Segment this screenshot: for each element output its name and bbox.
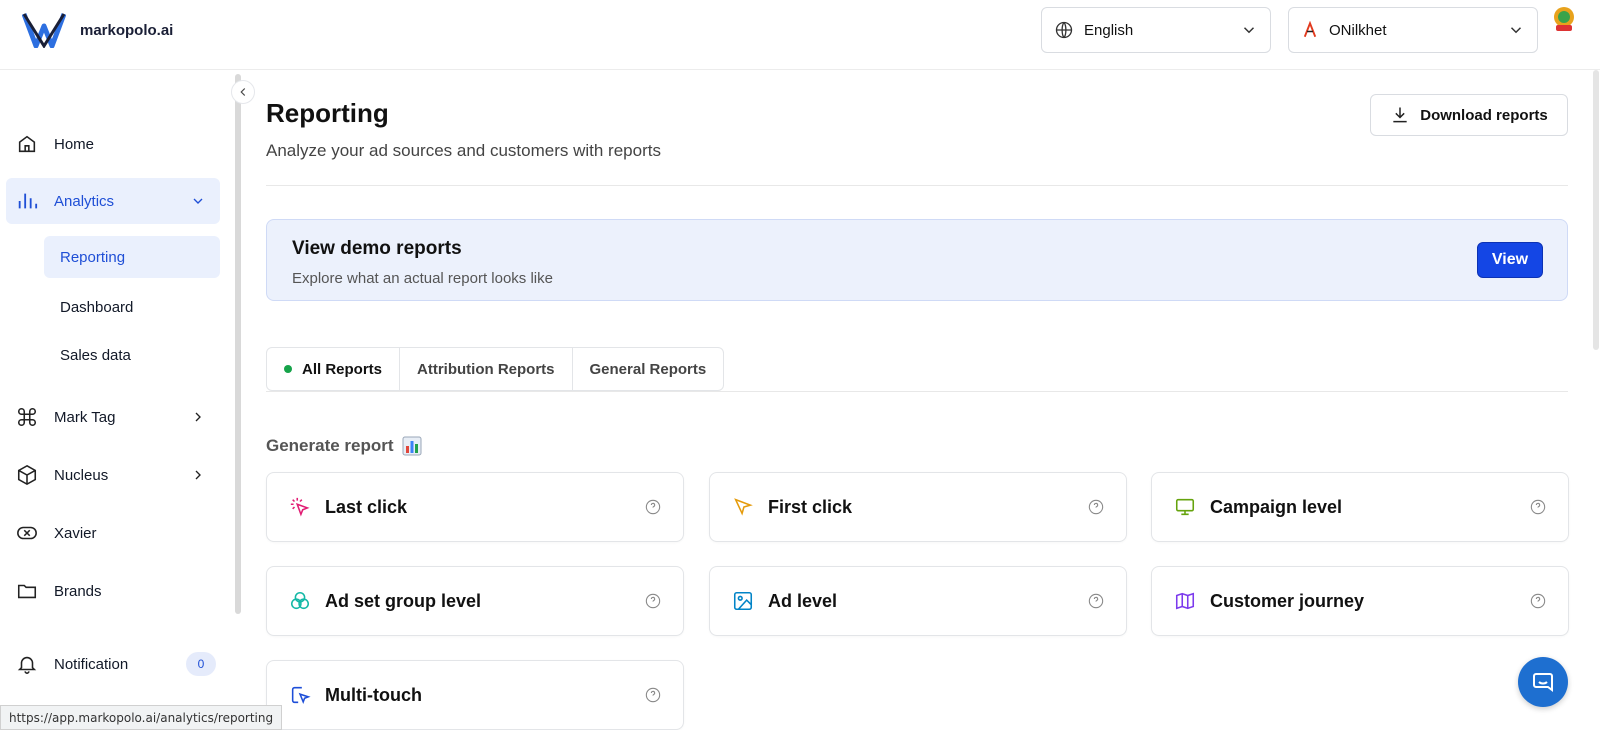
tab-label: General Reports bbox=[589, 360, 707, 378]
chevron-right-icon bbox=[195, 412, 201, 422]
monitor-icon bbox=[1175, 498, 1195, 516]
language-select[interactable]: English bbox=[1041, 7, 1271, 53]
report-title: Last click bbox=[325, 496, 408, 517]
sidebar-subitem-sales-data[interactable]: Sales data bbox=[44, 334, 220, 376]
sidebar-item-nucleus[interactable]: Nucleus bbox=[6, 452, 220, 498]
download-reports-button[interactable]: Download reports bbox=[1370, 94, 1568, 136]
generate-report-label: Generate report bbox=[266, 436, 394, 455]
demo-subtitle: Explore what an actual report looks like bbox=[292, 270, 553, 287]
sidebar-item-home[interactable]: Home bbox=[6, 121, 220, 167]
help-icon[interactable] bbox=[1088, 593, 1104, 609]
collapse-sidebar-button[interactable] bbox=[231, 80, 255, 104]
report-card-ad-set-group-level[interactable]: Ad set group level bbox=[266, 566, 684, 636]
tab-attribution-reports[interactable]: Attribution Reports bbox=[400, 348, 573, 390]
account-logo-icon bbox=[1303, 21, 1317, 38]
bell-icon bbox=[17, 656, 37, 674]
report-title: Multi-touch bbox=[325, 684, 422, 705]
page-subtitle: Analyze your ad sources and customers wi… bbox=[266, 141, 661, 160]
sidebar-item-label: Analytics bbox=[54, 192, 115, 210]
home-icon bbox=[18, 135, 36, 153]
chat-icon bbox=[1533, 673, 1553, 692]
sidebar-item-label: Nucleus bbox=[54, 466, 109, 484]
header-divider bbox=[266, 185, 1568, 186]
chevron-down-icon bbox=[1243, 27, 1255, 34]
report-card-campaign-level[interactable]: Campaign level bbox=[1151, 472, 1569, 542]
touch-icon bbox=[291, 686, 311, 705]
tab-label: Attribution Reports bbox=[417, 360, 555, 378]
account-value: ONilkhet bbox=[1329, 21, 1387, 39]
download-icon bbox=[1393, 107, 1407, 123]
sidebar-item-analytics[interactable]: Analytics bbox=[6, 178, 220, 224]
logo[interactable]: markopolo.ai bbox=[22, 12, 173, 48]
sidebar-item-brands[interactable]: Brands bbox=[6, 568, 220, 614]
sidebar-item-label: Notification bbox=[54, 655, 129, 673]
cursor-click-icon bbox=[290, 497, 310, 517]
command-icon bbox=[18, 408, 36, 426]
language-value: English bbox=[1084, 21, 1134, 39]
sidebar-item-label: Brands bbox=[54, 582, 102, 600]
extension-icon[interactable] bbox=[1551, 5, 1577, 33]
sidebar-scrollbar[interactable] bbox=[235, 74, 241, 614]
chat-support-button[interactable] bbox=[1518, 657, 1568, 707]
download-reports-label: Download reports bbox=[1420, 106, 1548, 124]
pointer-icon bbox=[734, 498, 753, 516]
report-title: Ad set group level bbox=[325, 590, 482, 611]
help-icon[interactable] bbox=[1530, 593, 1546, 609]
report-title: First click bbox=[768, 496, 853, 517]
account-select[interactable]: ONilkhet bbox=[1288, 7, 1538, 53]
bar-chart-icon bbox=[18, 193, 38, 209]
help-icon[interactable] bbox=[1530, 499, 1546, 515]
brand-name: markopolo.ai bbox=[80, 21, 174, 39]
bar-chart-emoji-icon bbox=[402, 436, 422, 456]
chevron-down-icon bbox=[193, 198, 203, 204]
chevron-right-icon bbox=[195, 470, 201, 480]
chevron-down-icon bbox=[1510, 27, 1522, 34]
tabs-divider bbox=[266, 391, 1568, 392]
sidebar-item-label: Mark Tag bbox=[54, 408, 116, 426]
report-tabs: All Reports Attribution Reports General … bbox=[266, 347, 725, 391]
help-icon[interactable] bbox=[1088, 499, 1104, 515]
demo-title: View demo reports bbox=[292, 238, 462, 259]
view-demo-button[interactable]: View bbox=[1477, 242, 1543, 278]
help-icon[interactable] bbox=[645, 593, 661, 609]
report-title: Ad level bbox=[768, 590, 838, 611]
tab-label: All Reports bbox=[302, 360, 383, 378]
sidebar-item-label: Xavier bbox=[54, 524, 97, 542]
sidebar-subitem-reporting[interactable]: Reporting bbox=[44, 236, 220, 278]
sidebar-subitem-dashboard[interactable]: Dashboard bbox=[44, 286, 220, 328]
report-card-ad-level[interactable]: Ad level bbox=[709, 566, 1127, 636]
tab-all-reports[interactable]: All Reports bbox=[267, 348, 401, 390]
report-card-customer-journey[interactable]: Customer journey bbox=[1151, 566, 1569, 636]
report-card-first-click[interactable]: First click bbox=[709, 472, 1127, 542]
sidebar-item-notification[interactable]: Notification 0 bbox=[6, 641, 220, 687]
report-title: Customer journey bbox=[1210, 590, 1365, 611]
active-dot-icon bbox=[284, 365, 292, 373]
sidebar-item-label: Home bbox=[54, 135, 95, 153]
help-icon[interactable] bbox=[645, 687, 661, 703]
report-card-last-click[interactable]: Last click bbox=[266, 472, 684, 542]
page-scrollbar[interactable] bbox=[1593, 70, 1599, 350]
generate-report-heading: Generate report bbox=[266, 436, 422, 456]
circles-icon bbox=[290, 591, 310, 610]
xavier-icon bbox=[17, 526, 37, 540]
chevron-left-icon bbox=[240, 88, 246, 96]
help-icon[interactable] bbox=[645, 499, 661, 515]
report-title: Campaign level bbox=[1210, 496, 1343, 517]
sidebar-item-mark-tag[interactable]: Mark Tag bbox=[6, 394, 220, 440]
sidebar-item-xavier[interactable]: Xavier bbox=[6, 510, 220, 556]
image-icon bbox=[733, 591, 753, 611]
page-title: Reporting bbox=[266, 98, 389, 128]
report-card-multi-touch[interactable]: Multi-touch bbox=[266, 660, 684, 730]
demo-reports-card: View demo reports Explore what an actual… bbox=[266, 219, 1568, 301]
folder-icon bbox=[17, 584, 37, 599]
markopolo-logo-icon bbox=[22, 13, 66, 48]
top-bar: markopolo.ai English ONilkhet bbox=[0, 0, 1600, 70]
tab-general-reports[interactable]: General Reports bbox=[573, 348, 724, 390]
cube-icon bbox=[17, 464, 37, 486]
globe-icon bbox=[1055, 21, 1073, 39]
notification-count-badge: 0 bbox=[186, 652, 216, 676]
map-icon bbox=[1175, 592, 1195, 610]
browser-status-url: https://app.markopolo.ai/analytics/repor… bbox=[0, 705, 283, 730]
